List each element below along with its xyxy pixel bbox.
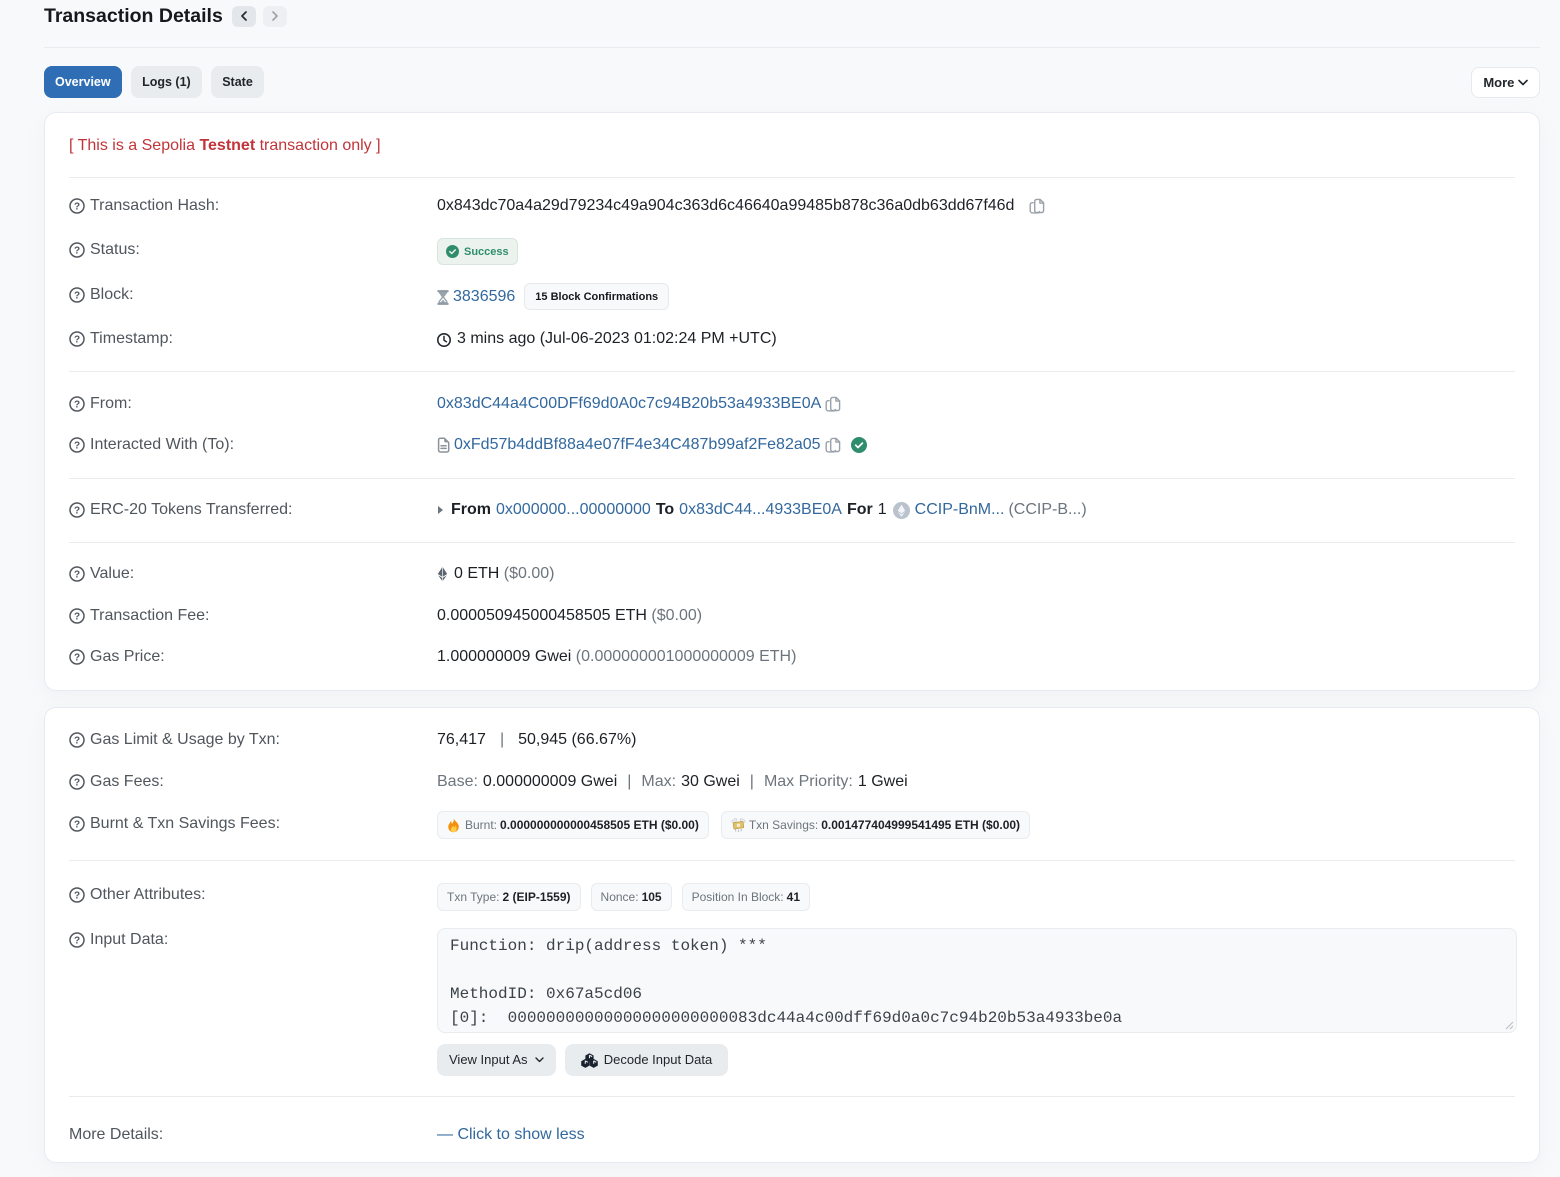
svg-text:?: ? — [74, 400, 80, 411]
svg-text:?: ? — [74, 202, 80, 213]
svg-text:?: ? — [74, 891, 80, 902]
svg-text:?: ? — [74, 936, 80, 947]
svg-text:?: ? — [74, 778, 80, 789]
svg-text:?: ? — [74, 506, 80, 517]
svg-text:?: ? — [74, 291, 80, 302]
svg-text:?: ? — [74, 570, 80, 581]
svg-text:?: ? — [74, 736, 80, 747]
svg-text:?: ? — [74, 335, 80, 346]
svg-text:?: ? — [74, 612, 80, 623]
svg-text:?: ? — [74, 653, 80, 664]
svg-text:?: ? — [74, 246, 80, 257]
svg-text:?: ? — [74, 441, 80, 452]
svg-text:?: ? — [74, 820, 80, 831]
